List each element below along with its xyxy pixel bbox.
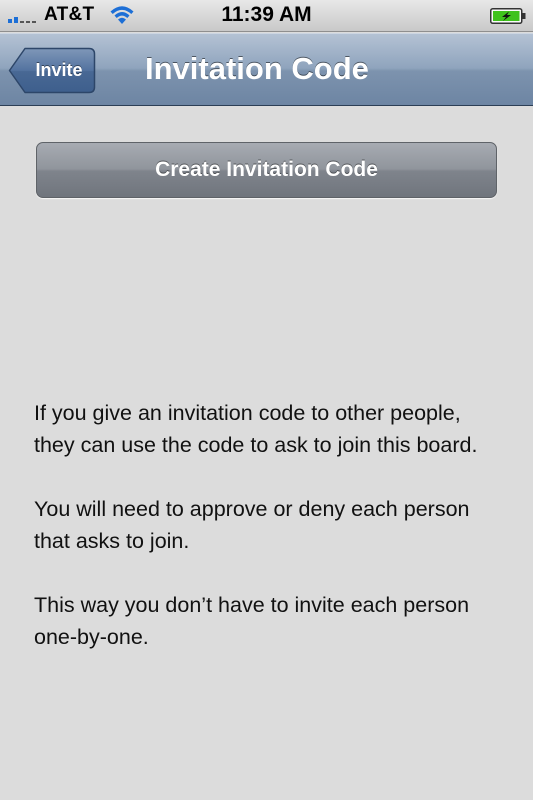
info-text: If you give an invitation code to other … (34, 397, 504, 685)
navigation-bar: Invite Invitation Code (0, 33, 533, 106)
battery-charging-icon (490, 8, 526, 24)
status-bar: AT&T 11:39 AM (0, 0, 533, 32)
back-button-label: Invite (35, 60, 83, 80)
info-paragraph: If you give an invitation code to other … (34, 401, 478, 457)
main-content: Create Invitation Code If you give an in… (0, 107, 533, 800)
status-clock: 11:39 AM (221, 3, 312, 26)
create-invitation-code-button[interactable]: Create Invitation Code (36, 142, 497, 198)
info-paragraph: This way you don’t have to invite each p… (34, 593, 470, 649)
info-paragraph: You will need to approve or deny each pe… (34, 497, 470, 553)
page-title: Invitation Code (145, 51, 369, 86)
back-button[interactable]: Invite (8, 47, 96, 94)
